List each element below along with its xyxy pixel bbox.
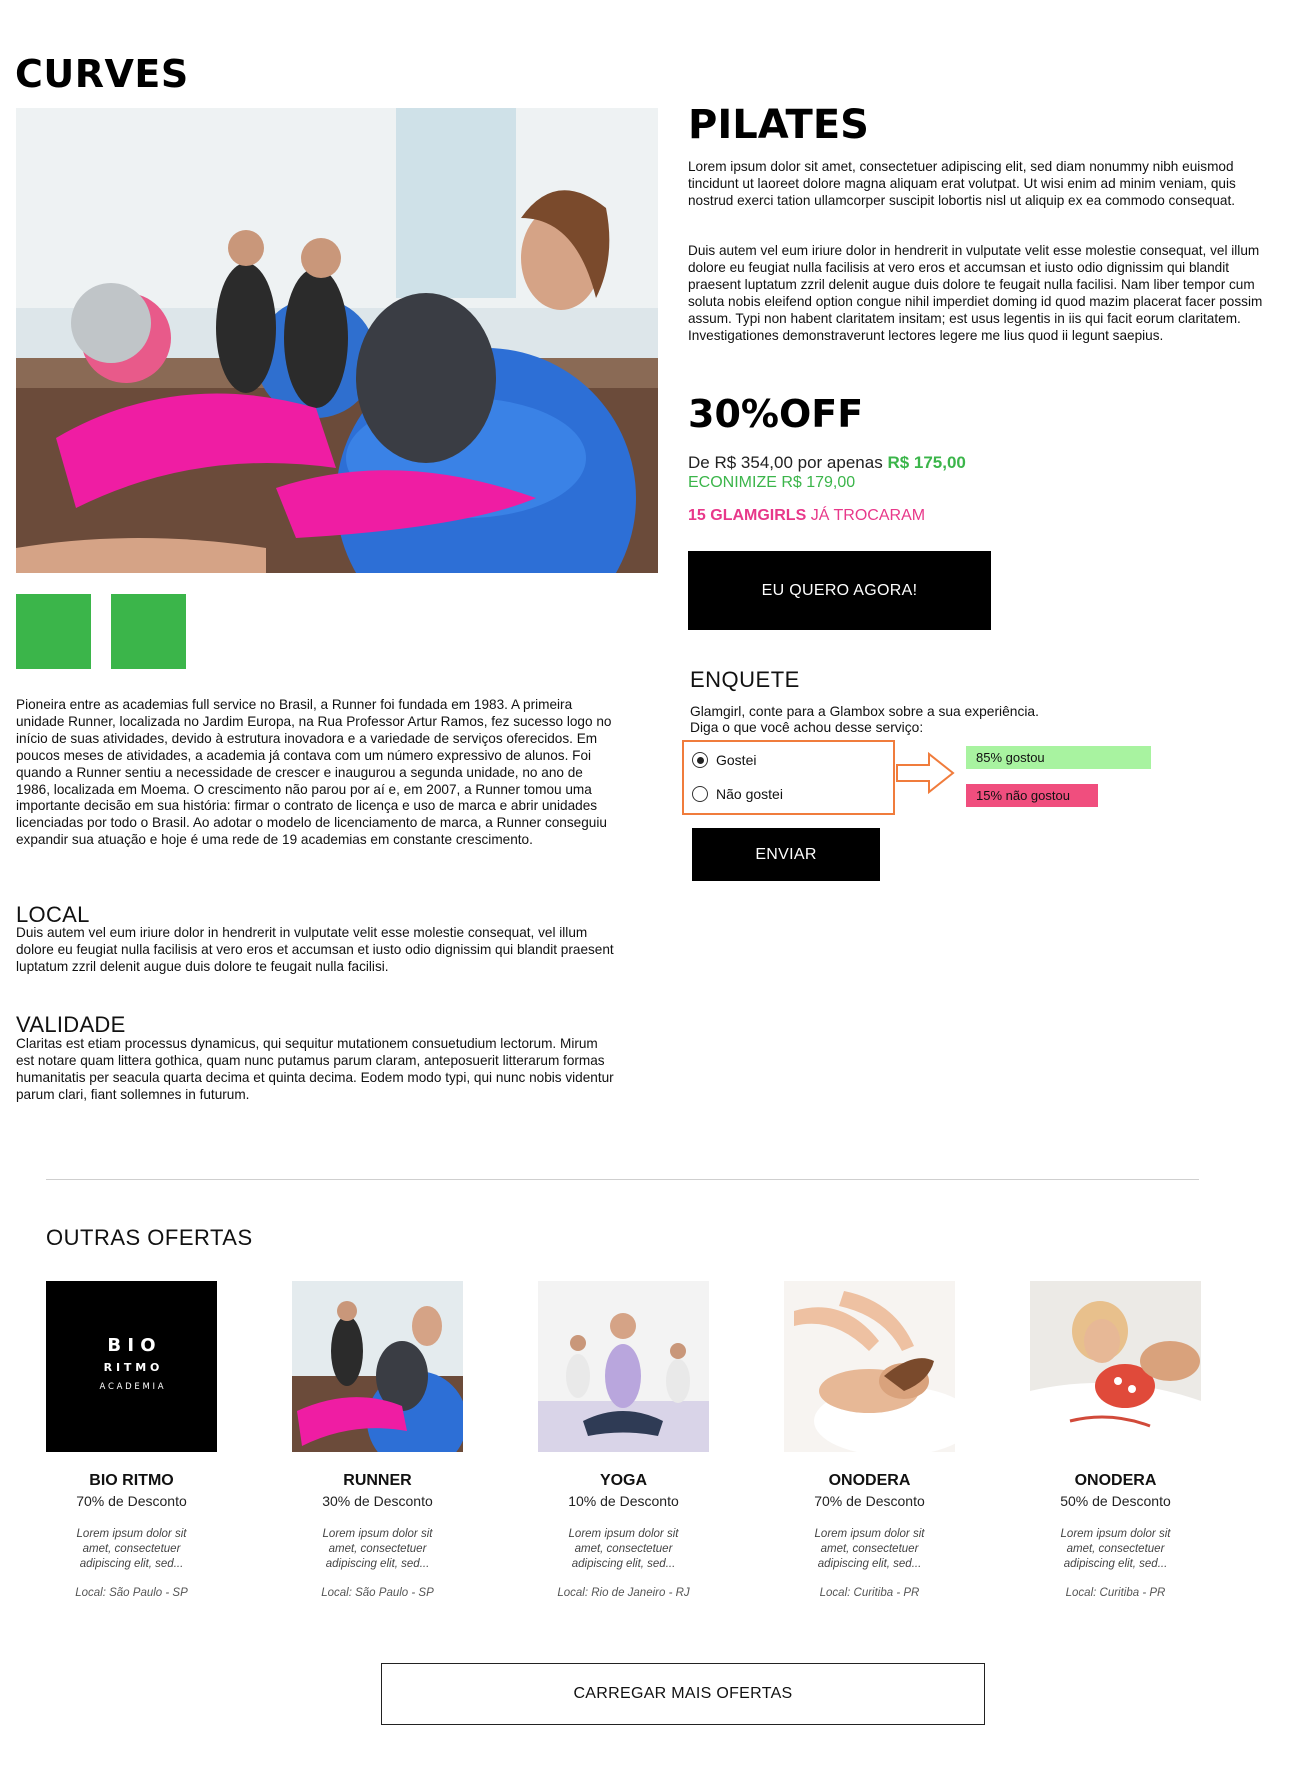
radio-empty-icon[interactable] <box>692 786 708 802</box>
card-location: Local: São Paulo - SP <box>321 1587 434 1599</box>
about-text: Pioneira entre as academias full service… <box>16 697 612 848</box>
poll-description: Glamgirl, conte para a Glambox sobre a s… <box>690 704 1110 736</box>
poll-option-yes[interactable]: Gostei <box>692 752 756 768</box>
price-line: De R$ 354,00 por apenas R$ 175,00 <box>688 453 966 473</box>
radio-selected-icon[interactable] <box>692 752 708 768</box>
card-description: Lorem ipsum dolor sit amet, consectetuer… <box>322 1528 433 1570</box>
card-location: Local: Curitiba - PR <box>819 1587 920 1599</box>
glamgirls-number: 15 GLAMGIRLS <box>688 507 807 524</box>
card-description: Lorem ipsum dolor sit amet, consectetuer… <box>1060 1528 1171 1570</box>
poll-option-yes-label: Gostei <box>716 752 757 768</box>
yoga-image[interactable] <box>538 1281 709 1452</box>
card-name[interactable]: ONODERA <box>1030 1472 1201 1490</box>
brand-title: CURVES <box>15 52 189 96</box>
poll-line-2: Diga o que você achou desse serviço: <box>690 720 924 735</box>
buy-now-button[interactable]: EU QUERO AGORA! <box>688 551 991 630</box>
card-location: Local: São Paulo - SP <box>75 1587 188 1599</box>
validade-text: Claritas est etiam processus dynamicus, … <box>16 1036 614 1102</box>
card-discount: 50% de Desconto <box>1060 1493 1171 1509</box>
poll-result-no: 15% não gostou <box>966 784 1098 807</box>
offer-paragraph-1: Lorem ipsum dolor sit amet, consectetuer… <box>688 159 1236 208</box>
logo-line-2: R I T M O <box>104 1361 160 1374</box>
card-discount: 30% de Desconto <box>322 1493 433 1509</box>
offer-card-onodera-2[interactable]: ONODERA 50% de Desconto Lorem ipsum dolo… <box>1030 1281 1201 1599</box>
offer-card-onodera-1[interactable]: ONODERA 70% de Desconto Lorem ipsum dolo… <box>784 1281 955 1599</box>
onodera-massage-image[interactable] <box>784 1281 955 1452</box>
arrow-right-icon <box>895 751 957 800</box>
glamgirls-suffix: JÁ TROCARAM <box>810 507 926 524</box>
poll-title: ENQUETE <box>690 667 800 692</box>
card-name[interactable]: YOGA <box>538 1472 709 1490</box>
logo-line-3: A C A D E M I A <box>99 1382 163 1392</box>
logo-line-1: B I O <box>107 1335 155 1356</box>
hero-image <box>16 108 658 573</box>
economize-text: ECONIMIZE R$ 179,00 <box>688 474 856 491</box>
card-discount: 10% de Desconto <box>568 1493 679 1509</box>
offer-card-runner[interactable]: RUNNER 30% de Desconto Lorem ipsum dolor… <box>292 1281 463 1599</box>
glamgirls-count: 15 GLAMGIRLS JÁ TROCARAM <box>688 507 925 525</box>
bio-ritmo-logo[interactable]: B I O R I T M O A C A D E M I A <box>46 1281 217 1452</box>
runner-image[interactable] <box>292 1281 463 1452</box>
discount-headline: 30%OFF <box>688 392 864 436</box>
card-discount: 70% de Desconto <box>814 1493 925 1509</box>
card-description: Lorem ipsum dolor sit amet, consectetuer… <box>568 1528 679 1570</box>
validade-title: VALIDADE <box>16 1012 126 1037</box>
card-name[interactable]: BIO RITMO <box>46 1472 217 1490</box>
section-divider <box>46 1179 1199 1180</box>
offer-card-yoga[interactable]: YOGA 10% de Desconto Lorem ipsum dolor s… <box>538 1281 709 1599</box>
poll-option-no[interactable]: Não gostei <box>692 786 783 802</box>
card-name[interactable]: RUNNER <box>292 1472 463 1490</box>
card-location: Local: Rio de Janeiro - RJ <box>557 1587 690 1599</box>
gallery-thumb-2[interactable] <box>111 594 186 669</box>
local-text: Duis autem vel eum iriure dolor in hendr… <box>16 925 614 974</box>
card-discount: 70% de Desconto <box>76 1493 187 1509</box>
load-more-button[interactable]: CARREGAR MAIS OFERTAS <box>381 1663 985 1725</box>
card-description: Lorem ipsum dolor sit amet, consectetuer… <box>814 1528 925 1570</box>
offer-card-bio-ritmo[interactable]: B I O R I T M O A C A D E M I A BIO RITM… <box>46 1281 217 1599</box>
poll-send-button[interactable]: ENVIAR <box>692 828 880 881</box>
poll-result-yes: 85% gostou <box>966 746 1151 769</box>
card-location: Local: Curitiba - PR <box>1065 1587 1166 1599</box>
poll-line-1: Glamgirl, conte para a Glambox sobre a s… <box>690 704 1039 719</box>
onodera-treatment-image[interactable] <box>1030 1281 1201 1452</box>
gallery-thumb-1[interactable] <box>16 594 91 669</box>
offer-title: PILATES <box>688 102 869 148</box>
poll-option-no-label: Não gostei <box>716 786 783 802</box>
price-new: R$ 175,00 <box>887 453 966 472</box>
other-offers-title: OUTRAS OFERTAS <box>46 1225 253 1250</box>
offer-paragraph-2: Duis autem vel eum iriure dolor in hendr… <box>688 243 1263 343</box>
card-name[interactable]: ONODERA <box>784 1472 955 1490</box>
card-description: Lorem ipsum dolor sit amet, consectetuer… <box>76 1528 187 1570</box>
price-prefix: De R$ 354,00 por apenas <box>688 453 883 472</box>
